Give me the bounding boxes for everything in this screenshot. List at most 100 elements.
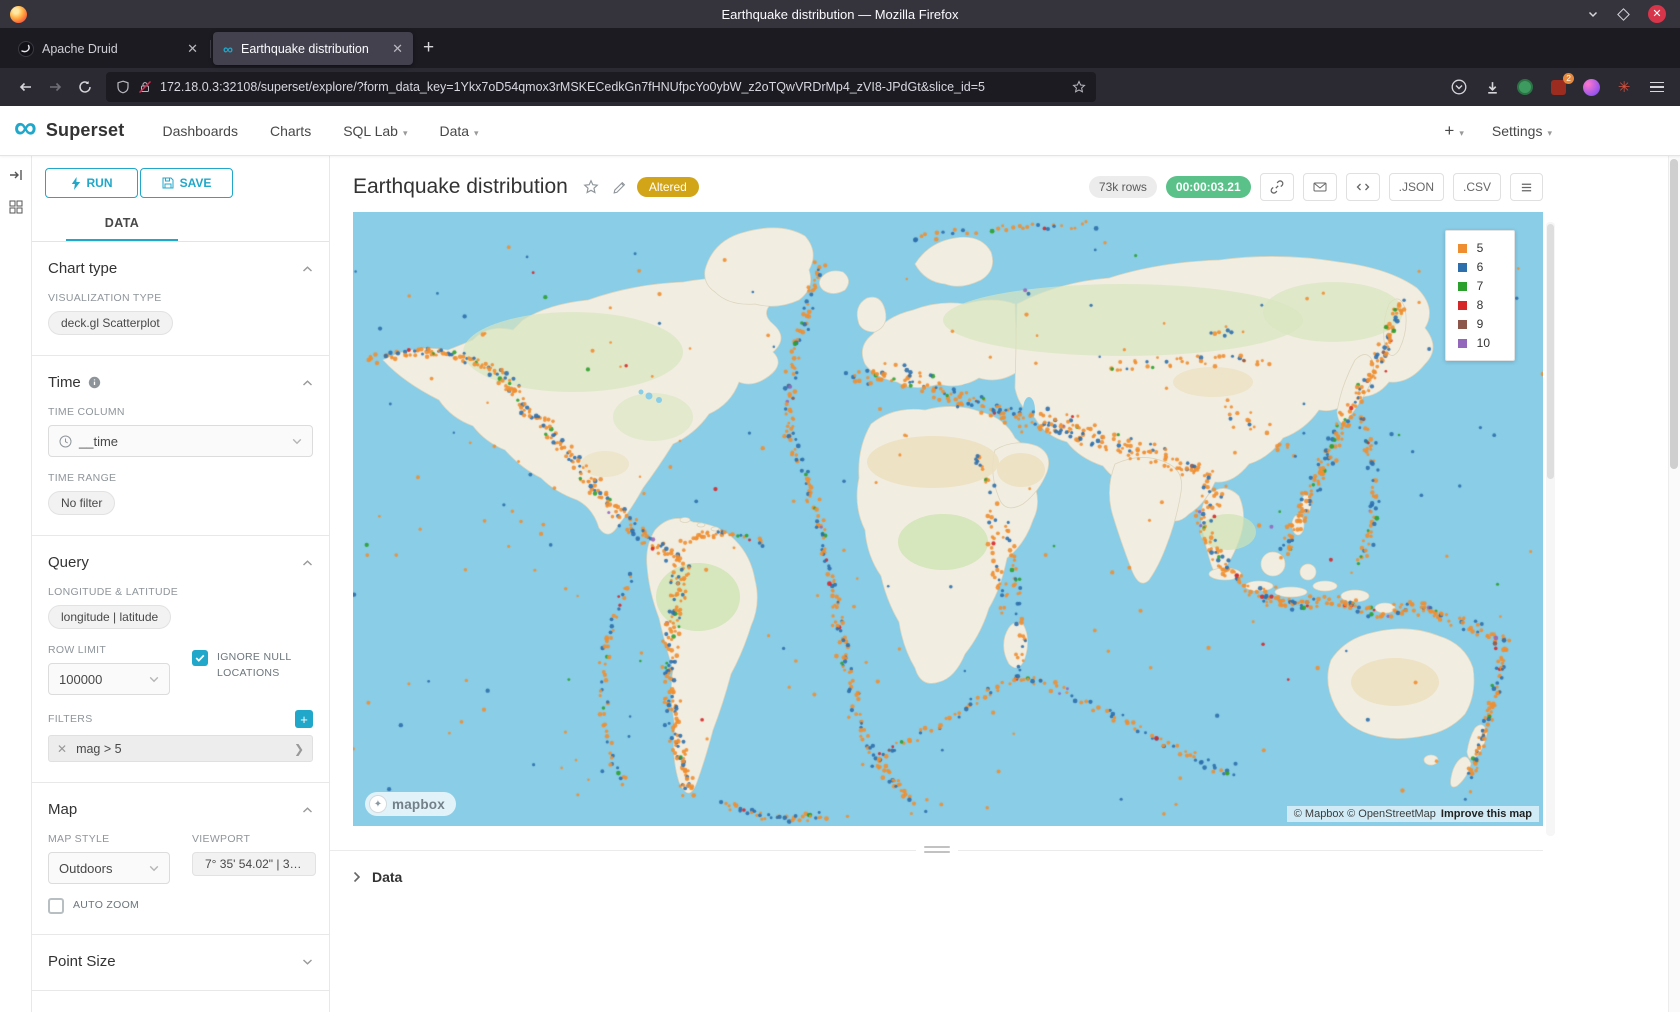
save-button[interactable]: SAVE <box>140 168 233 198</box>
insecure-lock-icon[interactable] <box>138 80 152 94</box>
time-range-label: TIME RANGE <box>48 472 313 484</box>
expand-panel-icon[interactable] <box>9 168 23 182</box>
extension-pinwheel-icon[interactable]: ✳ <box>1615 78 1633 96</box>
mapbox-icon: ✦ <box>369 795 387 813</box>
browser-menu-icon[interactable] <box>1648 78 1666 96</box>
bolt-icon <box>71 177 81 190</box>
section-header-time[interactable]: Time <box>48 374 313 391</box>
chevron-down-icon <box>302 958 313 966</box>
window-minimize-icon[interactable] <box>1587 8 1599 20</box>
chart-resize-divider <box>330 850 1543 851</box>
time-column-select[interactable]: __time <box>48 425 313 457</box>
time-column-value: __time <box>79 434 118 449</box>
viz-type-label: VISUALIZATION TYPE <box>48 292 313 304</box>
extension-green-icon[interactable] <box>1516 78 1534 96</box>
back-button[interactable] <box>10 72 40 102</box>
improve-map-link[interactable]: Improve this map <box>1441 808 1532 820</box>
viz-type-value[interactable]: deck.gl Scatterplot <box>48 311 173 335</box>
map-canvas[interactable]: 5 6 7 8 9 10 ✦ mapbox © Mapbox © OpenStr… <box>353 212 1543 826</box>
save-icon <box>162 177 174 189</box>
legend-item: 6 <box>1458 260 1490 274</box>
filter-tag[interactable]: ✕ mag > 5 ❯ <box>48 735 313 762</box>
chart-menu-button[interactable] <box>1510 173 1543 201</box>
tracking-shield-icon[interactable] <box>116 80 130 94</box>
window-maximize-icon[interactable] <box>1617 8 1630 21</box>
section-header-chart-type[interactable]: Chart type <box>48 260 313 277</box>
auto-zoom-label: AUTO ZOOM <box>73 898 139 914</box>
druid-favicon-icon <box>18 41 34 57</box>
section-header-point-size[interactable]: Point Size <box>48 953 313 970</box>
section-chart-type: Chart type VISUALIZATION TYPE deck.gl Sc… <box>32 242 329 356</box>
share-link-button[interactable] <box>1260 173 1294 201</box>
row-limit-select[interactable]: 100000 <box>48 663 170 695</box>
section-header-query[interactable]: Query <box>48 554 313 571</box>
scrollbar-thumb[interactable] <box>1670 159 1678 469</box>
time-range-value[interactable]: No filter <box>48 491 115 515</box>
tab-title: Earthquake distribution <box>241 42 384 56</box>
viewport-value[interactable]: 7° 35' 54.02" | 31... <box>192 852 316 876</box>
tab-close-icon[interactable]: ✕ <box>187 41 198 57</box>
lonlat-label: LONGITUDE & LATITUDE <box>48 586 313 598</box>
legend-swatch <box>1458 339 1467 348</box>
edit-properties-icon[interactable] <box>612 180 627 195</box>
data-results-toggle[interactable]: Data <box>353 869 1680 885</box>
tab-apache-druid[interactable]: Apache Druid ✕ <box>8 32 208 65</box>
tab-close-icon[interactable]: ✕ <box>392 41 403 57</box>
window-close-button[interactable]: ✕ <box>1648 5 1666 23</box>
chevron-down-icon: ▾ <box>1459 128 1464 138</box>
legend-item: 7 <box>1458 279 1490 293</box>
nav-charts[interactable]: Charts <box>270 123 311 139</box>
map-legend[interactable]: 5 6 7 8 9 10 <box>1445 230 1515 361</box>
tab-earthquake-distribution[interactable]: ∞ Earthquake distribution ✕ <box>213 32 413 65</box>
chevron-down-icon <box>149 865 159 872</box>
row-limit-label: ROW LIMIT <box>48 644 170 656</box>
new-item-button[interactable]: +▾ <box>1444 121 1463 141</box>
url-bar[interactable]: 172.18.0.3:32108/superset/explore/?form_… <box>106 72 1096 102</box>
export-csv-button[interactable]: .CSV <box>1453 173 1501 201</box>
auto-zoom-checkbox[interactable] <box>48 898 64 914</box>
profile-avatar[interactable] <box>1582 78 1600 96</box>
chevron-down-icon: ▾ <box>474 128 479 138</box>
mapbox-logo[interactable]: ✦ mapbox <box>365 792 456 816</box>
clock-icon <box>59 435 72 448</box>
altered-badge[interactable]: Altered <box>637 177 699 197</box>
lonlat-value[interactable]: longitude | latitude <box>48 605 171 629</box>
window-titlebar: Earthquake distribution — Mozilla Firefo… <box>0 0 1680 28</box>
view-query-button[interactable] <box>1346 173 1380 201</box>
tab-bar: Apache Druid ✕ ∞ Earthquake distribution… <box>0 28 1680 68</box>
reload-button[interactable] <box>70 72 100 102</box>
settings-menu[interactable]: Settings▾ <box>1492 123 1552 139</box>
new-tab-icon[interactable]: + <box>423 37 434 59</box>
export-json-button[interactable]: .JSON <box>1389 173 1444 201</box>
extension-blocker-icon[interactable]: 2 <box>1549 78 1567 96</box>
ignore-null-checkbox[interactable] <box>192 650 208 666</box>
dataset-grid-icon[interactable] <box>9 200 23 214</box>
nav-data[interactable]: Data▾ <box>439 123 478 139</box>
run-button[interactable]: RUN <box>45 168 138 198</box>
pocket-icon[interactable] <box>1450 78 1468 96</box>
url-text[interactable]: 172.18.0.3:32108/superset/explore/?form_… <box>160 80 1064 94</box>
favorite-star-icon[interactable] <box>583 179 599 195</box>
map-style-select[interactable]: Outdoors <box>48 852 170 884</box>
time-column-label: TIME COLUMN <box>48 406 313 418</box>
attribution-text[interactable]: © Mapbox © OpenStreetMap <box>1294 808 1436 820</box>
page-scrollbar[interactable] <box>1668 156 1680 1012</box>
forward-button[interactable] <box>40 72 70 102</box>
resize-handle[interactable] <box>916 843 958 856</box>
chevron-down-icon: ▾ <box>403 128 408 138</box>
nav-dashboards[interactable]: Dashboards <box>162 123 238 139</box>
section-header-map[interactable]: Map <box>48 801 313 818</box>
tab-data[interactable]: DATA <box>66 208 178 241</box>
info-icon <box>88 376 101 389</box>
bookmark-star-icon[interactable] <box>1072 80 1086 94</box>
add-filter-button[interactable]: + <box>295 710 313 728</box>
email-button[interactable] <box>1303 173 1337 201</box>
downloads-icon[interactable] <box>1483 78 1501 96</box>
query-timer-badge: 00:00:03.21 <box>1166 176 1251 198</box>
chevron-up-icon <box>302 379 313 387</box>
superset-brand[interactable]: ∞ Superset <box>14 118 124 144</box>
nav-sql-lab[interactable]: SQL Lab▾ <box>343 123 407 139</box>
chart-area: Earthquake distribution Altered 73k rows… <box>330 156 1680 1012</box>
chart-scrollbar[interactable] <box>1546 222 1555 836</box>
remove-filter-icon[interactable]: ✕ <box>57 742 67 756</box>
